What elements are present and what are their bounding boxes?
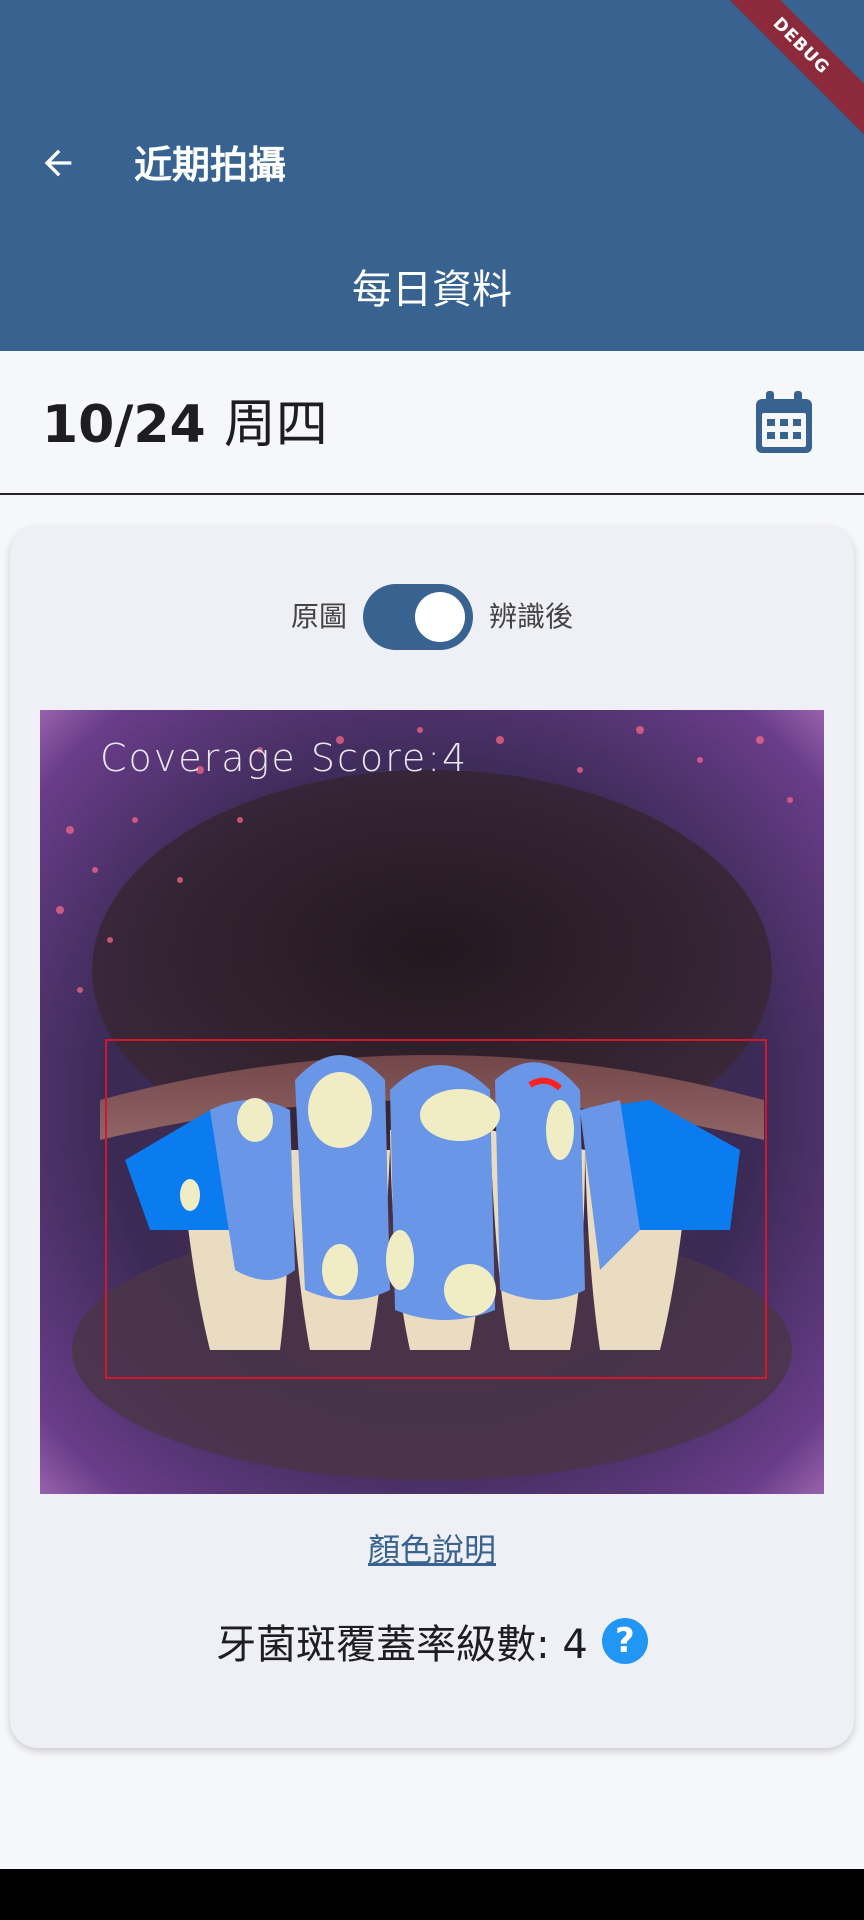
date-value: 10/24	[42, 395, 206, 455]
coverage-score-overlay: Coverage Score:4	[100, 736, 469, 780]
app-bar: 近期拍攝 每日資料 DEBUG	[0, 0, 864, 351]
color-legend-link[interactable]: 顏色說明	[10, 1526, 854, 1574]
arrow-back-icon	[44, 149, 72, 177]
calendar-button[interactable]	[752, 389, 816, 457]
switch-knob	[415, 592, 465, 642]
original-label: 原圖	[290, 600, 347, 633]
page-subtitle: 每日資料	[352, 267, 512, 313]
debug-banner: DEBUG	[706, 0, 864, 141]
back-button[interactable]	[30, 135, 86, 191]
view-toggle-switch[interactable]	[363, 584, 473, 650]
analysis-image-graphic	[40, 710, 824, 1494]
date-label: 10/24 周四	[42, 393, 328, 457]
recognized-label: 辨識後	[489, 600, 574, 633]
plaque-score-label: 牙菌斑覆蓋率級數: 4	[216, 1622, 588, 1668]
teeth-analysis-image: Coverage Score:4	[40, 710, 824, 1494]
help-icon[interactable]: ?	[601, 1618, 648, 1664]
screen: 近期拍攝 每日資料 DEBUG 10/24 周四 原圖 辨識後 Coverage…	[0, 0, 864, 1920]
page-title: 近期拍攝	[134, 143, 287, 187]
result-card: 原圖 辨識後 Coverage Score:4 顏色說明 牙菌斑覆蓋率級數: 4…	[10, 526, 854, 1748]
date-row: 10/24 周四	[0, 351, 864, 495]
calendar-icon	[756, 391, 812, 453]
system-nav-bar	[0, 1869, 864, 1920]
plaque-score-row: 牙菌斑覆蓋率級數: 4 ?	[10, 1610, 854, 1680]
view-toggle-row: 原圖 辨識後	[10, 582, 854, 652]
weekday-value: 周四	[223, 395, 328, 455]
